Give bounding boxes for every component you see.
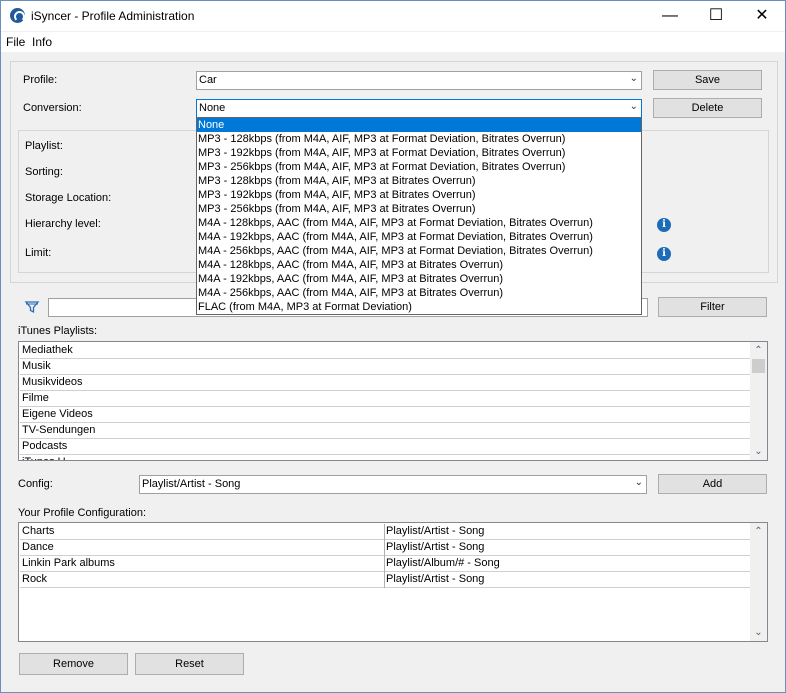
conversion-dropdown-list[interactable]: None MP3 - 128kbps (from M4A, AIF, MP3 at…	[196, 117, 642, 315]
main-window: iSyncer - Profile Administration — ☐ ✕ F…	[0, 0, 786, 693]
menu-info[interactable]: Info	[32, 35, 52, 49]
config-select-value: Playlist/Artist - Song	[142, 478, 241, 490]
delete-button[interactable]: Delete	[653, 98, 762, 118]
conversion-select[interactable]: None ⌄	[196, 99, 642, 118]
save-button[interactable]: Save	[653, 70, 762, 90]
list-item[interactable]: TV-Sendungen	[20, 423, 750, 439]
list-item[interactable]: Eigene Videos	[20, 407, 750, 423]
profile-config-name: Dance	[22, 541, 54, 553]
conversion-option[interactable]: MP3 - 128kbps (from M4A, AIF, MP3 at Bit…	[197, 174, 641, 188]
profile-config-format: Playlist/Artist - Song	[386, 573, 485, 585]
window-title: iSyncer - Profile Administration	[31, 9, 195, 23]
conversion-option[interactable]: MP3 - 128kbps (from M4A, AIF, MP3 at For…	[197, 132, 641, 146]
conversion-option[interactable]: FLAC (from M4A, MP3 at Format Deviation)	[197, 300, 641, 314]
menu-file[interactable]: File	[6, 35, 25, 49]
filter-button[interactable]: Filter	[658, 297, 767, 317]
profile-config-name: Linkin Park albums	[22, 557, 115, 569]
reset-button[interactable]: Reset	[135, 653, 244, 675]
storage-location-label: Storage Location:	[25, 192, 112, 204]
playlists-scrollbar[interactable]: ⌃ ⌄	[750, 342, 767, 460]
app-logo-icon	[10, 8, 25, 23]
info-icon[interactable]: i	[657, 218, 671, 232]
profile-config-format: Playlist/Artist - Song	[386, 541, 485, 553]
chevron-down-icon: ⌄	[629, 73, 638, 84]
remove-button[interactable]: Remove	[19, 653, 128, 675]
list-item[interactable]: iTunes U	[20, 455, 750, 460]
profile-config-format: Playlist/Album/# - Song	[386, 557, 500, 569]
info-icon[interactable]: i	[657, 247, 671, 261]
limit-label: Limit:	[25, 247, 52, 259]
conversion-option[interactable]: MP3 - 192kbps (from M4A, AIF, MP3 at Bit…	[197, 188, 641, 202]
scroll-down-icon[interactable]: ⌄	[750, 443, 767, 460]
minimize-button[interactable]: —	[647, 1, 693, 31]
profile-select-value: Car	[199, 74, 217, 86]
chevron-down-icon: ⌄	[634, 477, 643, 488]
conversion-option[interactable]: M4A - 192kbps, AAC (from M4A, AIF, MP3 a…	[197, 230, 641, 244]
itunes-playlists-list[interactable]: Mediathek Musik Musikvideos Filme Eigene Vid…	[18, 341, 768, 461]
maximize-button[interactable]: ☐	[693, 1, 739, 31]
scroll-up-icon[interactable]: ⌃	[750, 523, 767, 540]
list-item[interactable]: Musikvideos	[20, 375, 750, 391]
profile-configuration-label: Your Profile Configuration:	[18, 507, 147, 519]
itunes-playlists-label: iTunes Playlists:	[18, 325, 98, 337]
list-item[interactable]: Musik	[20, 359, 750, 375]
conversion-option[interactable]: M4A - 256kbps, AAC (from M4A, AIF, MP3 a…	[197, 286, 641, 300]
profile-label: Profile:	[23, 74, 58, 86]
conversion-option[interactable]: M4A - 128kbps, AAC (from M4A, AIF, MP3 a…	[197, 258, 641, 272]
conversion-option[interactable]: MP3 - 256kbps (from M4A, AIF, MP3 at Bit…	[197, 202, 641, 216]
conversion-option[interactable]: M4A - 192kbps, AAC (from M4A, AIF, MP3 a…	[197, 272, 641, 286]
config-label: Config:	[18, 478, 53, 490]
scroll-up-icon[interactable]: ⌃	[750, 342, 767, 359]
filter-funnel-icon[interactable]	[24, 299, 40, 315]
profile-select[interactable]: Car ⌄	[196, 71, 642, 90]
conversion-select-value: None	[199, 102, 226, 114]
conversion-option[interactable]: MP3 - 256kbps (from M4A, AIF, MP3 at For…	[197, 160, 641, 174]
menu-bar: File Info	[1, 32, 785, 52]
add-button[interactable]: Add	[658, 474, 767, 494]
scroll-thumb[interactable]	[752, 359, 765, 373]
sorting-label: Sorting:	[25, 166, 63, 178]
chevron-down-icon: ⌄	[629, 101, 638, 112]
title-bar: iSyncer - Profile Administration — ☐ ✕	[1, 1, 785, 31]
profile-config-scrollbar[interactable]: ⌃ ⌄	[750, 523, 767, 641]
hierarchy-level-label: Hierarchy level:	[25, 218, 101, 230]
playlist-label: Playlist:	[25, 140, 63, 152]
close-button[interactable]: ✕	[739, 1, 785, 31]
conversion-option[interactable]: MP3 - 192kbps (from M4A, AIF, MP3 at For…	[197, 146, 641, 160]
table-row[interactable]: Rock Playlist/Artist - Song	[20, 572, 750, 588]
conversion-option[interactable]: M4A - 256kbps, AAC (from M4A, AIF, MP3 a…	[197, 244, 641, 258]
conversion-option[interactable]: M4A - 128kbps, AAC (from M4A, AIF, MP3 a…	[197, 216, 641, 230]
list-item[interactable]: Filme	[20, 391, 750, 407]
profile-configuration-table[interactable]: Charts Playlist/Artist - Song Dance Playlis…	[18, 522, 768, 642]
profile-config-name: Rock	[22, 573, 48, 585]
table-row[interactable]: Charts Playlist/Artist - Song	[20, 524, 750, 540]
table-row[interactable]: Dance Playlist/Artist - Song	[20, 540, 750, 556]
profile-config-format: Playlist/Artist - Song	[386, 525, 485, 537]
config-select[interactable]: Playlist/Artist - Song ⌄	[139, 475, 647, 494]
list-item[interactable]: Mediathek	[20, 343, 750, 359]
conversion-label: Conversion:	[23, 102, 82, 114]
scroll-down-icon[interactable]: ⌄	[750, 624, 767, 641]
table-row[interactable]: Linkin Park albums Playlist/Album/# - Son…	[20, 556, 750, 572]
list-item[interactable]: Podcasts	[20, 439, 750, 455]
conversion-option[interactable]: None	[197, 118, 641, 132]
profile-config-name: Charts	[22, 525, 55, 537]
